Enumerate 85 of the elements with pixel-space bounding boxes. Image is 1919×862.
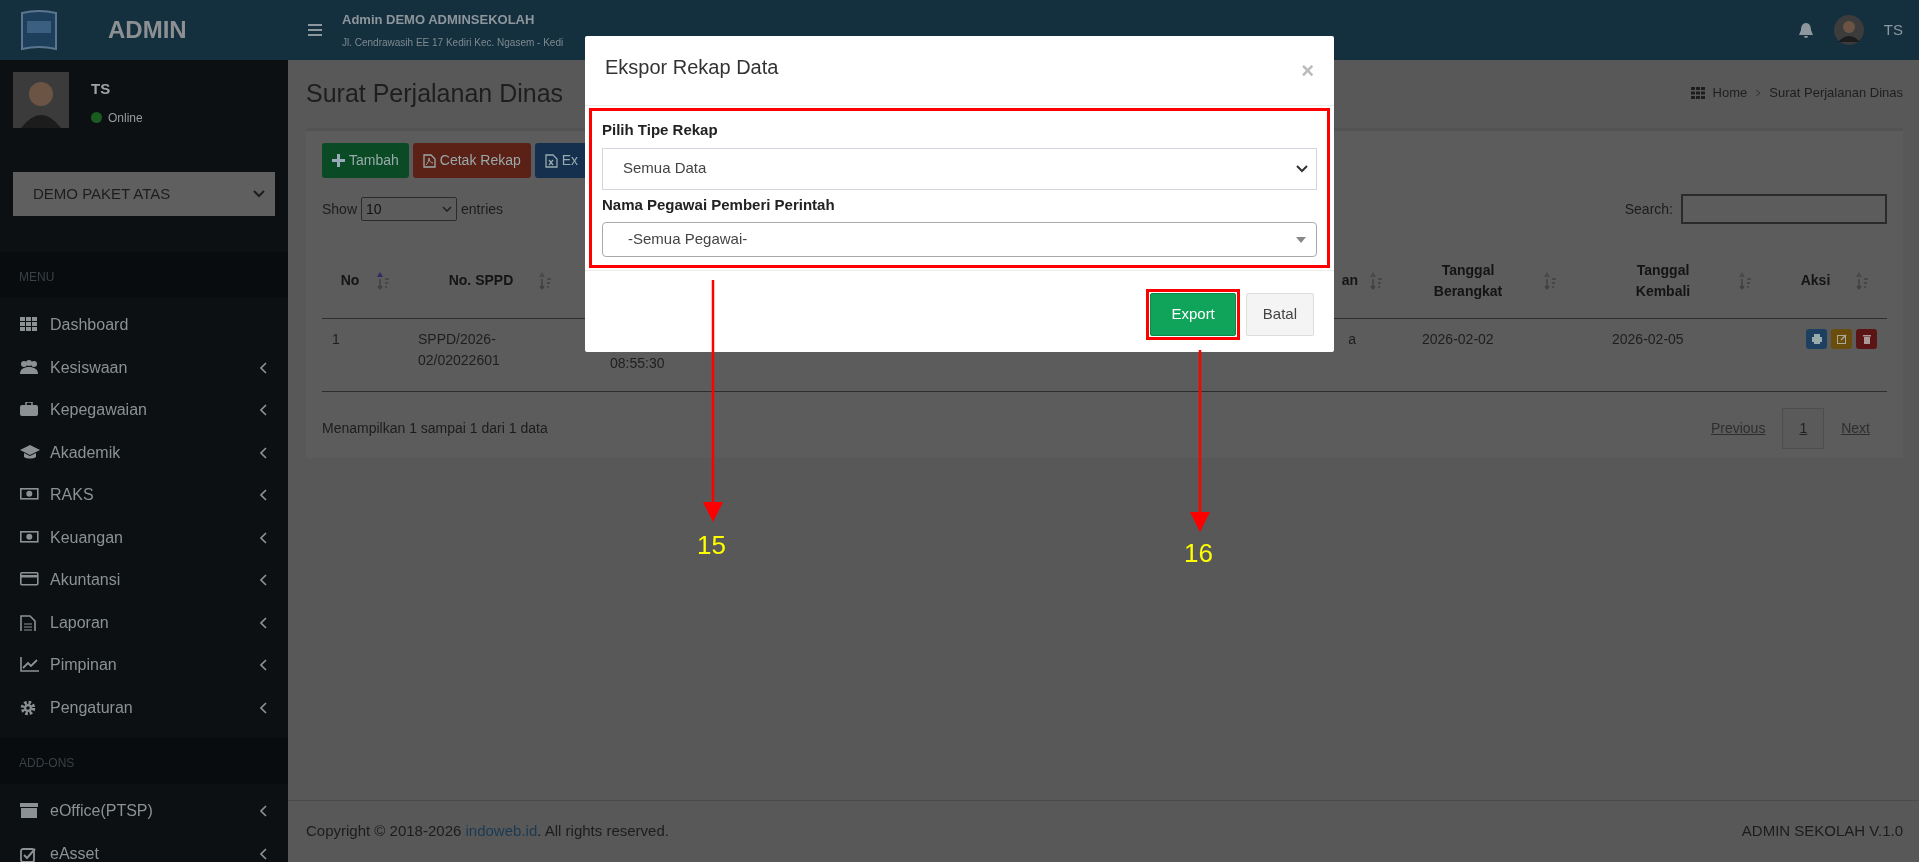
sort-icon[interactable] <box>1856 271 1869 290</box>
dropdown-arrow-icon <box>1296 236 1306 243</box>
trash-icon <box>1861 333 1872 344</box>
user-status: Online <box>108 109 143 127</box>
graduation-cap-icon <box>20 444 40 461</box>
export-button[interactable]: Export <box>1150 293 1236 336</box>
menu-icon[interactable] <box>308 24 322 36</box>
field-label: Pilih Tipe Rekap <box>602 120 719 140</box>
chevron-icon <box>1296 164 1308 173</box>
table-cell: 2026-02-02 <box>1422 330 1494 347</box>
chevron-icon <box>442 206 453 212</box>
package-select[interactable]: DEMO PAKET ATAS <box>13 172 275 216</box>
version-text: ADMIN SEKOLAH V.1.0 <box>1741 821 1903 842</box>
user-name[interactable]: TS <box>1883 18 1903 42</box>
menu-item[interactable]: Kepegawaian <box>0 389 288 432</box>
table-cell: 1 <box>332 330 340 347</box>
search-field[interactable] <box>1681 194 1887 224</box>
chevron-icon <box>1755 89 1762 97</box>
user-avatar <box>13 72 69 128</box>
column-header[interactable]: Aksi <box>1800 270 1831 292</box>
column-header[interactable]: an <box>1341 270 1358 292</box>
excel-file-icon <box>544 153 558 168</box>
select-field[interactable]: -Semua Pegawai- <box>602 222 1317 257</box>
menu-item[interactable]: Pengaturan <box>0 686 288 729</box>
search-label: Search: <box>1624 199 1673 219</box>
menu-item[interactable]: eOffice(PTSP) <box>0 790 288 833</box>
menu-item[interactable]: eAsset <box>0 832 288 862</box>
school-address: Jl. Cendrawasih EE 17 Kediri Kec. Ngasem - Kedi <box>342 36 565 51</box>
menu-item[interactable]: Keuangan <box>0 516 288 559</box>
dialog-title: Ekspor Rekap Data <box>605 55 779 80</box>
length-label: Show <box>322 199 358 219</box>
length-select[interactable]: 10 <box>361 197 458 221</box>
grid-icon <box>1690 87 1705 99</box>
sort-icon[interactable] <box>539 271 552 290</box>
menu-item[interactable]: Akuntansi <box>0 559 288 602</box>
column-header[interactable]: No <box>340 270 360 292</box>
sort-icon[interactable] <box>1370 271 1382 290</box>
credit-card-icon <box>20 572 40 589</box>
pdf-file-icon <box>422 153 436 168</box>
menu-item[interactable]: Laporan <box>0 601 288 644</box>
table-cell: a <box>1348 330 1356 347</box>
copyright-text: Copyright © 2018-2026 indoweb.id. All rights reserved. <box>306 821 669 842</box>
step-number: 15 <box>697 532 726 558</box>
select-field[interactable]: Semua Data <box>602 147 1317 190</box>
archive-box-icon <box>20 803 40 820</box>
field-label: Nama Pegawai Pemberi Perintah <box>602 194 836 215</box>
brand-title: ADMIN <box>108 15 187 45</box>
column-header[interactable]: No. SPPD <box>448 270 514 292</box>
table-cell-text: SPPD/2026-02/02022601 <box>418 329 501 370</box>
toolbar-button[interactable]: Cetak Rekap <box>412 143 531 178</box>
menu-item[interactable]: Kesiswaan <box>0 346 288 389</box>
menu-item[interactable]: Dashboard <box>0 304 288 347</box>
table-cell: 2026-02-05 <box>1612 330 1684 347</box>
school-name: Admin DEMO ADMINSEKOLAH <box>342 10 536 29</box>
action-button[interactable] <box>1856 328 1877 349</box>
toolbar-button[interactable]: Tambah <box>322 143 409 178</box>
sort-icon[interactable] <box>1739 271 1751 290</box>
length-label: entries <box>461 199 504 219</box>
page-title: Surat Perjalanan Dinas <box>306 78 564 108</box>
banknote-icon <box>20 529 40 546</box>
users-icon <box>20 359 40 376</box>
menu-item[interactable]: Akademik <box>0 431 288 474</box>
column-header[interactable]: Tanggal Kembali <box>1613 259 1713 302</box>
menu-item[interactable]: Pimpinan <box>0 644 288 687</box>
briefcase-icon <box>20 402 40 419</box>
bell-icon[interactable] <box>1797 21 1814 39</box>
breadcrumb-current: Surat Perjalanan Dinas <box>1769 84 1903 103</box>
user-name: TS <box>91 79 112 99</box>
sort-icon[interactable] <box>1544 271 1556 290</box>
plus-icon <box>332 153 345 168</box>
table-cell: 08:55:30 <box>610 354 665 371</box>
grid-icon <box>20 317 40 334</box>
cancel-button[interactable]: Batal <box>1245 293 1314 336</box>
action-button[interactable] <box>1806 328 1827 349</box>
sort-icon[interactable] <box>377 271 390 290</box>
table-info: Menampilkan 1 sampai 1 dari 1 data <box>322 418 548 438</box>
menu-item[interactable]: RAKS <box>0 474 288 517</box>
column-header[interactable]: Tanggal Berangkat <box>1418 259 1518 302</box>
user-avatar[interactable] <box>1833 15 1864 45</box>
chevron-icon <box>253 190 265 198</box>
line-chart-icon <box>20 657 40 674</box>
edit-icon <box>1836 333 1847 344</box>
step-number: 16 <box>1184 540 1213 566</box>
logo-icon <box>20 9 58 51</box>
action-button[interactable] <box>1831 328 1852 349</box>
